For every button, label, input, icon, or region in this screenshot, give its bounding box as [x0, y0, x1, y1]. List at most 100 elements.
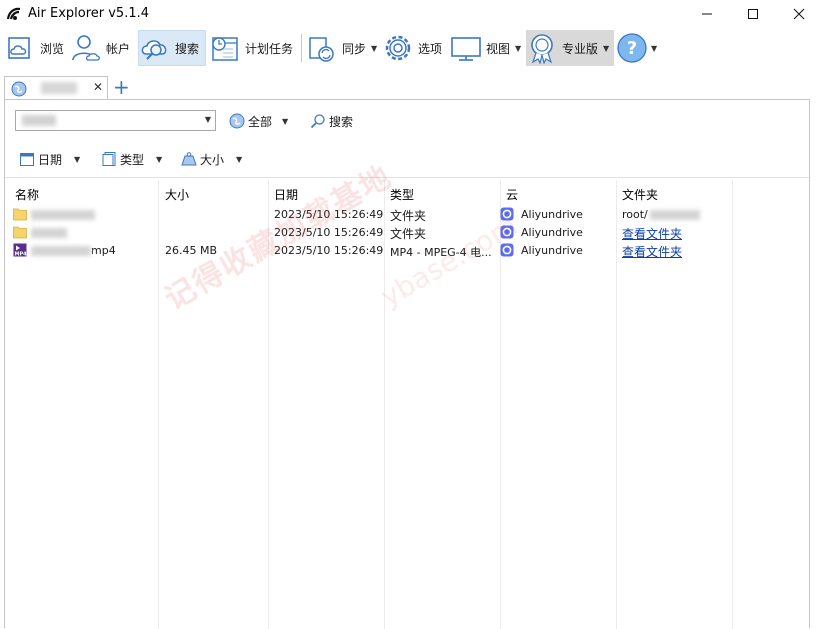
file-folder-path: root/	[622, 208, 700, 221]
view-folder-link[interactable]: 查看文件夹	[622, 243, 682, 260]
sort-toolbar: 日期 ▼ 类型 ▼ 大小 ▼	[5, 147, 809, 171]
file-date: 2023/5/10 15:26:49	[274, 208, 384, 221]
title-bar: Air Explorer v5.1.4	[0, 0, 816, 28]
globe-icon	[229, 113, 245, 129]
search-execute-button[interactable]: 搜索	[310, 110, 353, 132]
sync-button[interactable]: 同步 ▼	[306, 30, 377, 66]
file-type: 文件夹	[390, 209, 427, 223]
pro-version-label: 专业版	[562, 41, 599, 56]
path-value	[22, 115, 56, 126]
window-title: Air Explorer v5.1.4	[28, 6, 150, 21]
maximize-button[interactable]	[730, 0, 776, 28]
options-label: 选项	[418, 41, 443, 56]
column-header-type[interactable]: 类型	[390, 186, 414, 203]
aliyundrive-icon	[500, 225, 514, 239]
help-button[interactable]: ? ▼	[616, 30, 657, 66]
gear-icon	[385, 35, 411, 61]
column-header-cloud[interactable]: 云	[506, 186, 518, 203]
monitor-icon	[451, 37, 481, 61]
folder-icon	[13, 226, 27, 239]
content-panel: ▼ 全部 ▼ 搜索 日期 ▼ 类型 ▼ 大小 ▼ 名称 大小 日期 类型 云 文…	[4, 99, 810, 629]
all-filter-dropdown-arrow-icon[interactable]: ▼	[282, 117, 288, 126]
view-label: 视图	[486, 41, 511, 56]
column-header-name[interactable]: 名称	[15, 186, 39, 203]
scheduler-button[interactable]: 计划任务	[209, 30, 293, 66]
mp4-video-file-icon: MP4	[13, 243, 27, 257]
column-header-folder[interactable]: 文件夹	[622, 186, 658, 203]
sort-size-arrow-icon[interactable]: ▼	[236, 155, 242, 164]
aliyundrive-icon	[500, 243, 514, 257]
file-date: 2023/5/10 15:26:49	[274, 226, 384, 239]
all-clouds-filter-button[interactable]: 全部 ▼	[229, 110, 288, 132]
column-header-date[interactable]: 日期	[274, 186, 298, 203]
column-header-size[interactable]: 大小	[165, 186, 189, 203]
tab-aliyundrive[interactable]: ✕	[4, 76, 108, 100]
sort-date-arrow-icon[interactable]: ▼	[74, 155, 80, 164]
table-row[interactable]: 2023/5/10 15:26:49 文件夹 Aliyundrive 查看文件夹	[5, 224, 805, 242]
file-cloud: Aliyundrive	[521, 208, 583, 221]
file-type: 文件夹	[390, 227, 427, 241]
svg-text:MP4: MP4	[15, 252, 28, 258]
browse-label: 浏览	[40, 41, 65, 56]
view-button[interactable]: 视图 ▼	[450, 30, 521, 66]
close-icon	[793, 8, 805, 20]
file-name: mp4	[31, 244, 116, 257]
aliyundrive-icon	[500, 207, 514, 221]
toolbar-separator	[301, 34, 302, 62]
sort-type-button[interactable]: 类型 ▼	[101, 148, 162, 170]
help-dropdown-arrow-icon[interactable]: ▼	[651, 44, 657, 53]
weight-size-icon	[181, 152, 197, 166]
sort-size-button[interactable]: 大小 ▼	[181, 148, 242, 170]
medal-icon	[531, 34, 553, 64]
file-type: MP4 - MPEG-4 电...	[390, 246, 492, 259]
all-filter-label: 全部	[248, 114, 273, 129]
browse-button[interactable]: 浏览	[4, 30, 64, 66]
sync-label: 同步	[342, 41, 367, 56]
pro-dropdown-arrow-icon[interactable]: ▼	[603, 44, 609, 53]
table-row[interactable]: MP4 mp4 26.45 MB 2023/5/10 15:26:49 MP4 …	[5, 242, 805, 260]
sort-type-arrow-icon[interactable]: ▼	[156, 155, 162, 164]
folder-icon	[13, 208, 27, 221]
svg-text:?: ?	[627, 38, 637, 59]
file-date: 2023/5/10 15:26:49	[274, 244, 384, 257]
file-cloud: Aliyundrive	[521, 244, 583, 257]
minimize-icon	[702, 13, 712, 15]
options-button[interactable]: 选项	[382, 30, 442, 66]
sort-size-label: 大小	[200, 152, 225, 167]
path-dropdown-arrow-icon[interactable]: ▼	[205, 115, 211, 124]
sync-dropdown-arrow-icon[interactable]: ▼	[371, 44, 377, 53]
browse-cloud-icon	[8, 37, 30, 59]
air-explorer-logo-icon	[6, 7, 21, 20]
table-row[interactable]: 2023/5/10 15:26:49 文件夹 Aliyundrive root/	[5, 206, 805, 224]
minimize-button[interactable]	[684, 0, 730, 28]
accounts-button[interactable]: 帐户	[70, 30, 130, 66]
scheduler-label: 计划任务	[245, 41, 294, 56]
search-tool-button[interactable]: 搜索	[138, 30, 206, 66]
view-folder-link[interactable]: 查看文件夹	[622, 225, 682, 242]
view-dropdown-arrow-icon[interactable]: ▼	[515, 44, 521, 53]
file-size: 26.45 MB	[165, 244, 218, 257]
sort-type-label: 类型	[120, 152, 145, 167]
tab-close-icon[interactable]: ✕	[93, 80, 103, 94]
maximize-icon	[748, 9, 758, 19]
file-name	[31, 226, 67, 239]
search-tool-label: 搜索	[175, 41, 200, 56]
account-user-icon	[72, 35, 100, 61]
file-name	[31, 208, 95, 221]
scheduler-calendar-icon	[212, 37, 238, 61]
tab-label	[41, 82, 77, 94]
globe-icon	[11, 81, 27, 97]
sync-icon	[309, 37, 334, 62]
calendar-icon	[20, 153, 34, 166]
sort-date-button[interactable]: 日期 ▼	[19, 148, 80, 170]
add-tab-icon[interactable]: +	[113, 76, 130, 98]
cloud-search-icon	[141, 40, 167, 60]
sort-date-label: 日期	[38, 152, 63, 167]
main-toolbar: 浏览 帐户 搜索 计划任务 同步 ▼ 选项 视图 ▼ 专业版 ▼ ? ▼	[0, 28, 816, 68]
search-execute-label: 搜索	[329, 114, 354, 129]
path-dropdown[interactable]: ▼	[15, 110, 216, 131]
close-button[interactable]	[776, 0, 816, 28]
document-type-icon	[102, 152, 116, 166]
pro-version-button[interactable]: 专业版 ▼	[526, 30, 614, 66]
accounts-label: 帐户	[106, 41, 131, 56]
